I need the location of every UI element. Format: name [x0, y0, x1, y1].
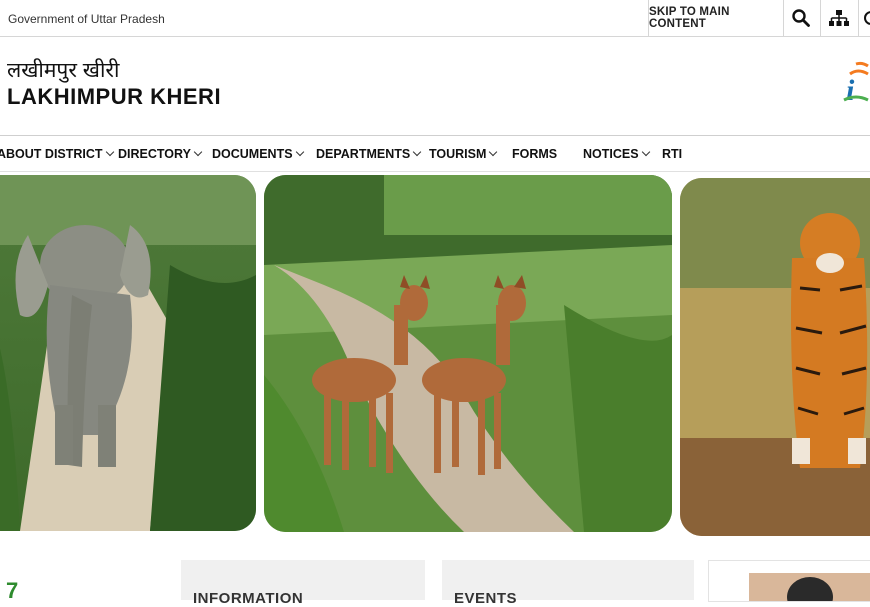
nav-item-label: TOURISM: [429, 146, 487, 161]
counter-number: 7: [6, 578, 19, 603]
accessibility-button[interactable]: [859, 0, 870, 36]
nav-item-label: ABOUT DISTRICT: [0, 146, 103, 161]
information-panel-title: INFORMATION: [193, 590, 304, 607]
events-panel-title: EVENTS: [454, 590, 518, 607]
tiger-image: [680, 178, 870, 536]
accessibility-icon: [864, 11, 870, 25]
sitemap-button[interactable]: [820, 0, 859, 36]
officer-panel: [708, 560, 870, 602]
main-navigation: ABOUT DISTRICT DIRECTORY DOCUMENTS DEPAR…: [0, 135, 870, 172]
slide-tiger[interactable]: [680, 178, 870, 536]
chevron-down-icon: [641, 147, 650, 156]
nav-item-label: FORMS: [512, 146, 558, 161]
nav-item-label: DEPARTMENTS: [316, 146, 411, 161]
events-panel: EVENTS: [442, 560, 694, 607]
skip-to-main-content-link[interactable]: SKIP TO MAIN CONTENT: [648, 0, 784, 36]
chevron-down-icon: [105, 147, 114, 156]
nav-item-label: DOCUMENTS: [212, 146, 293, 161]
search-button[interactable]: [782, 0, 821, 36]
government-label[interactable]: Government of Uttar Pradesh: [8, 12, 165, 26]
site-title-english[interactable]: LAKHIMPUR KHERI: [7, 84, 221, 110]
chevron-down-icon: [193, 147, 203, 156]
nav-item-label: DIRECTORY: [118, 146, 191, 161]
nav-item-rti[interactable]: RTI: [662, 136, 682, 171]
nav-item-label: NOTICES: [583, 146, 639, 161]
top-bar: Government of Uttar Pradesh SKIP TO MAIN…: [0, 0, 870, 37]
nav-item-forms[interactable]: FORMS: [512, 136, 557, 171]
deer-image: [264, 175, 672, 532]
nav-item-label: RTI: [662, 146, 683, 161]
slide-elephant[interactable]: [0, 175, 256, 531]
sitemap-icon: [829, 10, 849, 26]
nav-item-about-district[interactable]: ABOUT DISTRICT: [0, 136, 114, 171]
chevron-down-icon: [412, 147, 422, 156]
site-title-hindi[interactable]: लखीमपुर खीरी: [7, 56, 119, 84]
chevron-down-icon: [489, 147, 498, 156]
information-panel: INFORMATION: [181, 560, 425, 607]
slide-deer[interactable]: [264, 175, 672, 532]
nav-item-tourism[interactable]: TOURISM: [429, 136, 498, 171]
nav-item-departments[interactable]: DEPARTMENTS: [316, 136, 422, 171]
officer-photo: [749, 573, 870, 601]
nav-item-directory[interactable]: DIRECTORY: [118, 136, 203, 171]
chevron-down-icon: [295, 147, 304, 156]
digital-india-logo[interactable]: i: [842, 60, 870, 109]
nav-item-notices[interactable]: NOTICES: [583, 136, 650, 171]
elephant-image: [0, 175, 256, 531]
nav-item-documents[interactable]: DOCUMENTS: [212, 136, 304, 171]
search-icon: [792, 9, 810, 27]
